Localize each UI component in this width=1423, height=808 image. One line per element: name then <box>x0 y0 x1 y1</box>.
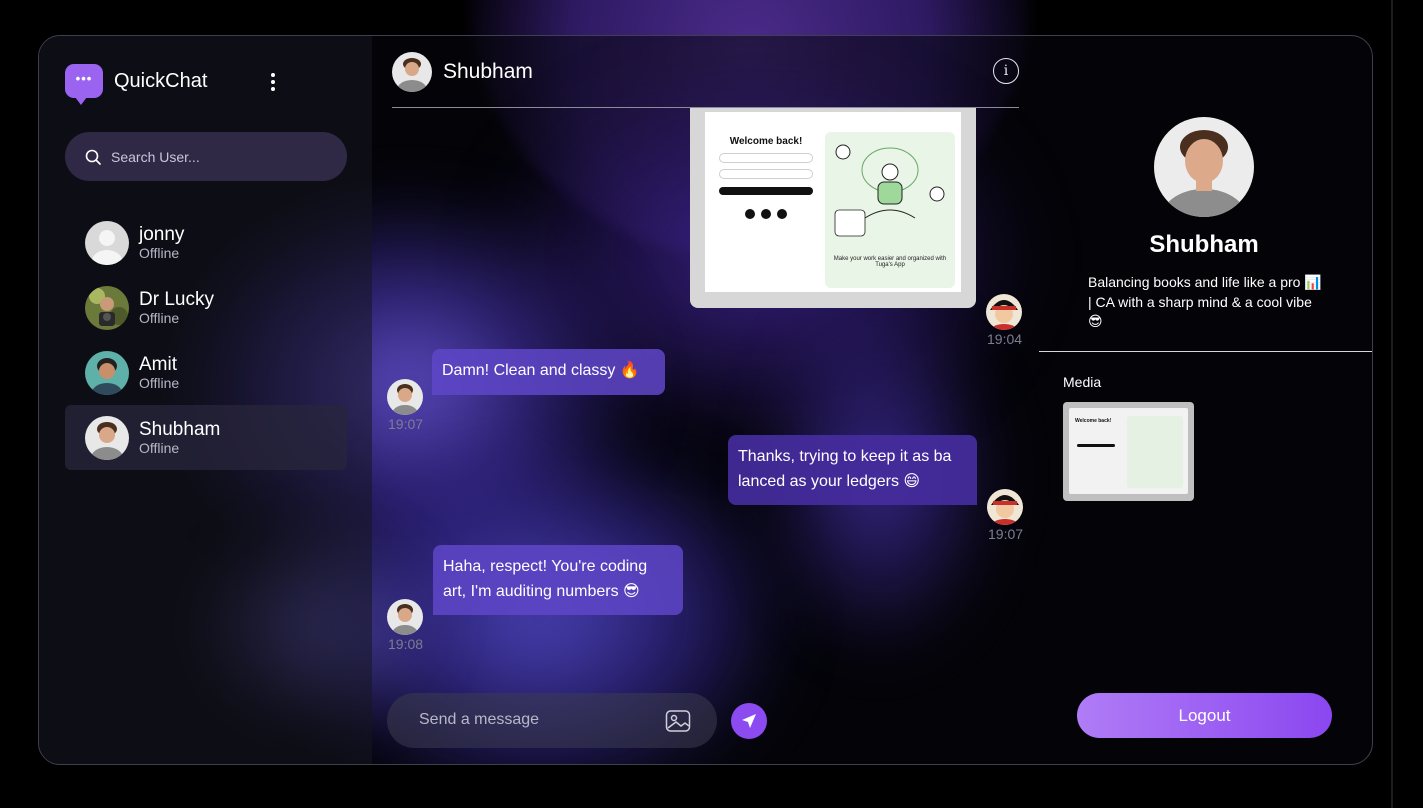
user-name: jonny <box>139 224 185 245</box>
avatar <box>987 489 1023 525</box>
divider <box>1039 351 1372 352</box>
search-input[interactable] <box>109 147 333 166</box>
user-name: Dr Lucky <box>139 289 214 310</box>
brand: ••• QuickChat <box>65 64 208 105</box>
profile-name: Shubham <box>1149 231 1259 258</box>
message-timestamp: 19:08 <box>388 636 424 652</box>
logout-button[interactable]: Logout <box>1077 693 1332 738</box>
send-icon <box>742 714 756 728</box>
user-status: Offline <box>139 375 180 391</box>
message-bubble-sent: Thanks, trying to keep it as ba lanced a… <box>728 435 977 505</box>
message-composer <box>387 693 717 748</box>
avatar <box>85 350 129 395</box>
user-item-dr-lucky[interactable]: Dr Lucky Offline <box>65 275 347 340</box>
message-timestamp: 19:04 <box>987 331 1023 347</box>
message-image[interactable]: Welcome back! Make your work easier and … <box>690 108 976 308</box>
avatar <box>387 379 423 415</box>
user-name: Amit <box>139 354 177 375</box>
search-icon <box>85 149 101 165</box>
user-status: Offline <box>139 245 180 261</box>
chat-header: Shubham i <box>392 36 1019 108</box>
user-status: Offline <box>139 440 180 456</box>
message-bubble-received: Haha, respect! You're coding art, I'm au… <box>433 545 683 615</box>
image-upload-icon[interactable] <box>665 708 691 734</box>
send-button[interactable] <box>731 703 767 739</box>
media-preview-title: Welcome back! <box>1075 418 1112 424</box>
illustration: Make your work easier and organized with… <box>825 132 955 288</box>
preview-caption: Make your work easier and organized with… <box>833 256 947 268</box>
message-timestamp: 19:07 <box>988 526 1024 542</box>
user-list: jonny Offline Dr Lucky Offline Amit Offl… <box>65 210 347 470</box>
app-name: QuickChat <box>114 69 208 92</box>
avatar[interactable] <box>392 52 432 92</box>
info-icon[interactable]: i <box>993 58 1019 84</box>
preview-title: Welcome back! <box>729 136 803 147</box>
user-item-amit[interactable]: Amit Offline <box>65 340 347 405</box>
profile-avatar <box>1154 117 1254 217</box>
chat-bubble-logo-icon: ••• <box>65 64 103 105</box>
profile-bio: Balancing books and life like a pro 📊 | … <box>1088 274 1322 329</box>
image-preview: Welcome back! Make your work easier and … <box>705 112 961 292</box>
sidebar: ••• QuickChat jonny Offline <box>39 36 372 764</box>
chat-app-window: ••• QuickChat jonny Offline <box>38 35 1373 765</box>
user-item-shubham[interactable]: Shubham Offline <box>65 405 347 470</box>
user-item-jonny[interactable]: jonny Offline <box>65 210 347 275</box>
user-name: Shubham <box>139 419 221 440</box>
more-options-icon[interactable] <box>271 73 277 91</box>
message-bubble-received: Damn! Clean and classy 🔥 <box>432 349 665 395</box>
search-bar[interactable] <box>65 132 347 181</box>
avatar <box>986 294 1022 330</box>
media-thumbnail[interactable]: Welcome back! <box>1063 402 1194 501</box>
avatar <box>85 415 129 460</box>
avatar <box>387 599 423 635</box>
user-status: Offline <box>139 310 180 326</box>
avatar <box>85 220 129 265</box>
page-scrollbar[interactable] <box>1391 0 1393 808</box>
media-label: Media <box>1063 374 1102 390</box>
message-timestamp: 19:07 <box>388 416 424 432</box>
contact-name: Shubham <box>443 60 533 83</box>
message-input[interactable] <box>417 710 651 730</box>
avatar <box>85 285 129 330</box>
